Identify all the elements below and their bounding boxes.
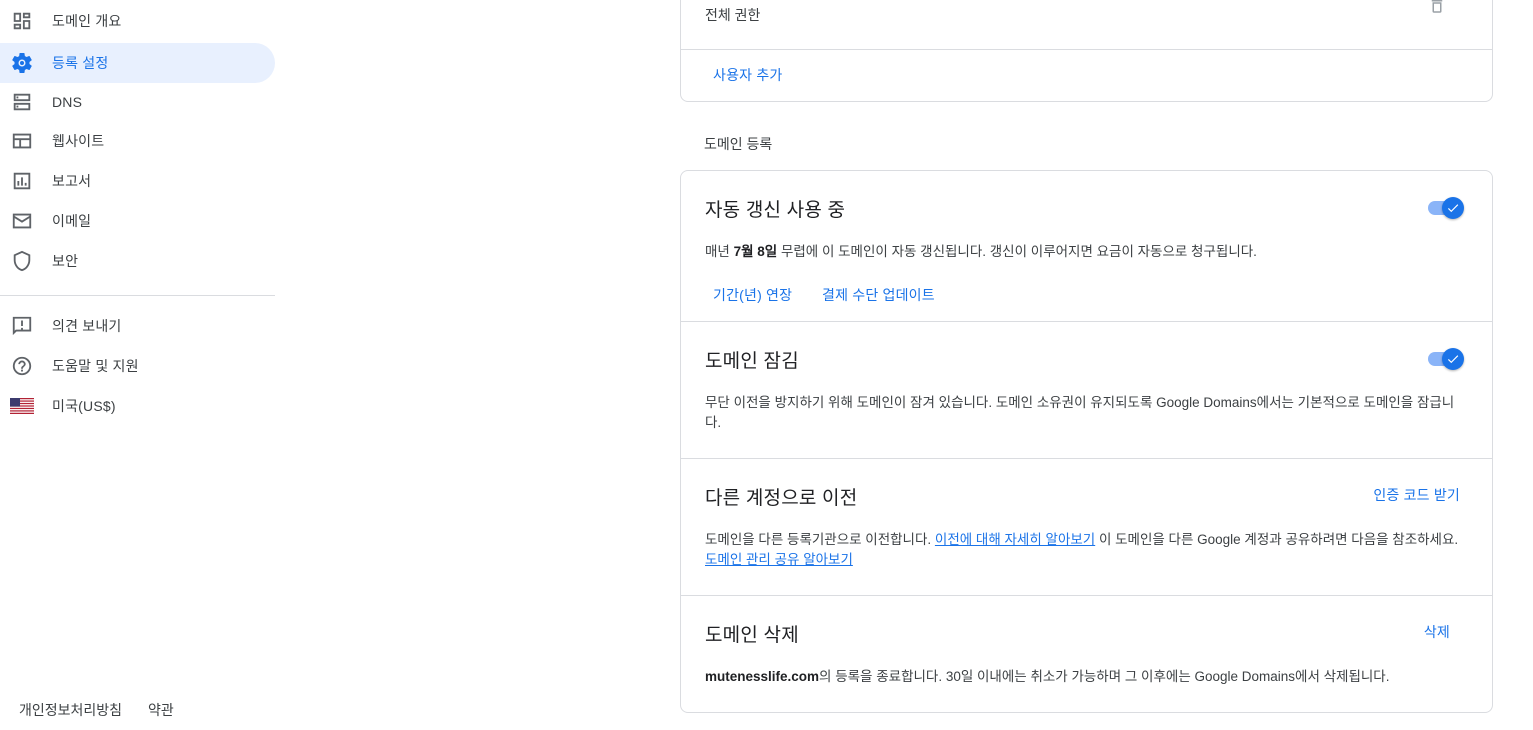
delete-title: 도메인 삭제: [705, 625, 799, 646]
domain-name: mutenesslife.com: [705, 669, 820, 684]
feedback-icon: [10, 314, 34, 338]
delete-domain-button[interactable]: 삭제: [1424, 622, 1450, 642]
update-payment-button[interactable]: 결제 수단 업데이트: [822, 285, 935, 305]
permission-level: 전체 권한: [705, 7, 761, 23]
get-auth-code-button[interactable]: 인증 코드 받기: [1373, 485, 1460, 505]
transfer-description: 도메인을 다른 등록기관으로 이전합니다. 이전에 대해 자세히 알아보기 이 …: [705, 532, 1459, 567]
dashboard-icon: [10, 9, 34, 33]
card-divider: [681, 458, 1492, 459]
sidebar-item-email[interactable]: 이메일: [0, 201, 275, 241]
sidebar-item-label: 도움말 및 지원: [52, 358, 139, 374]
sidebar-item-currency[interactable]: 미국(US$): [0, 386, 275, 426]
sidebar-footer: 개인정보처리방침 약관: [19, 700, 174, 720]
us-flag-icon: [10, 394, 34, 418]
learn-transfer-link[interactable]: 이전에 대해 자세히 알아보기: [935, 532, 1095, 547]
domain-lock-description: 무단 이전을 방지하기 위해 도메인이 잠겨 있습니다. 도메인 소유권이 유지…: [705, 395, 1455, 430]
delete-description: mutenesslife.com의 등록을 종료합니다. 30일 이내에는 취소…: [705, 669, 1390, 684]
card-divider: [681, 595, 1492, 596]
sidebar-item-help[interactable]: 도움말 및 지원: [0, 346, 275, 386]
transfer-title: 다른 계정으로 이전: [705, 488, 858, 509]
auto-renew-toggle[interactable]: [1426, 196, 1464, 220]
sidebar-item-reports[interactable]: 보고서: [0, 161, 275, 201]
terms-link[interactable]: 약관: [148, 700, 174, 720]
sidebar-item-label: 도메인 개요: [52, 13, 122, 29]
section-heading: 도메인 등록: [704, 136, 773, 152]
check-icon: [1442, 348, 1464, 370]
sidebar-item-label: 등록 설정: [52, 55, 109, 71]
help-icon: [10, 354, 34, 378]
sidebar-item-label: 미국(US$): [52, 398, 116, 414]
registration-card: 자동 갱신 사용 중 매년 7월 8일 무렵에 이 도메인이 자동 갱신됩니다.…: [680, 170, 1493, 713]
sidebar-item-dns[interactable]: DNS: [0, 82, 275, 122]
sidebar-item-feedback[interactable]: 의견 보내기: [0, 306, 275, 346]
auto-renew-title: 자동 갱신 사용 중: [705, 200, 846, 221]
trash-icon[interactable]: [1428, 0, 1446, 15]
mail-icon: [10, 209, 34, 233]
shield-icon: [10, 249, 34, 273]
sidebar: 도메인 개요 등록 설정 DNS 웹사이트 보고서 이메일 보안 의견 보내기 …: [0, 0, 275, 730]
auto-renew-description: 매년 7월 8일 무렵에 이 도메인이 자동 갱신됩니다. 갱신이 이루어지면 …: [705, 244, 1257, 259]
dns-icon: [10, 90, 34, 114]
sidebar-item-label: 보안: [52, 253, 79, 269]
gear-icon: [10, 51, 34, 75]
card-divider: [681, 321, 1492, 322]
sidebar-item-registration-settings[interactable]: 등록 설정: [0, 43, 275, 83]
privacy-policy-link[interactable]: 개인정보처리방침: [19, 700, 122, 720]
check-icon: [1442, 197, 1464, 219]
sidebar-item-security[interactable]: 보안: [0, 241, 275, 281]
sidebar-divider: [0, 295, 275, 296]
sidebar-item-label: 의견 보내기: [52, 318, 122, 334]
card-divider: [681, 49, 1492, 50]
learn-sharing-link[interactable]: 도메인 관리 공유 알아보기: [705, 552, 853, 567]
permissions-card: 전체 권한 사용자 추가: [680, 0, 1493, 102]
sidebar-item-label: 이메일: [52, 213, 92, 229]
domain-lock-toggle[interactable]: [1426, 347, 1464, 371]
extend-term-button[interactable]: 기간(년) 연장: [713, 285, 792, 305]
sidebar-item-label: DNS: [52, 94, 83, 110]
bar-chart-icon: [10, 169, 34, 193]
sidebar-item-website[interactable]: 웹사이트: [0, 121, 275, 161]
sidebar-item-overview[interactable]: 도메인 개요: [0, 1, 275, 41]
add-user-button[interactable]: 사용자 추가: [713, 65, 783, 85]
sidebar-item-label: 웹사이트: [52, 133, 105, 149]
sidebar-item-label: 보고서: [52, 173, 92, 189]
domain-lock-title: 도메인 잠김: [705, 351, 799, 372]
renewal-date: 7월 8일: [733, 244, 778, 259]
website-icon: [10, 129, 34, 153]
